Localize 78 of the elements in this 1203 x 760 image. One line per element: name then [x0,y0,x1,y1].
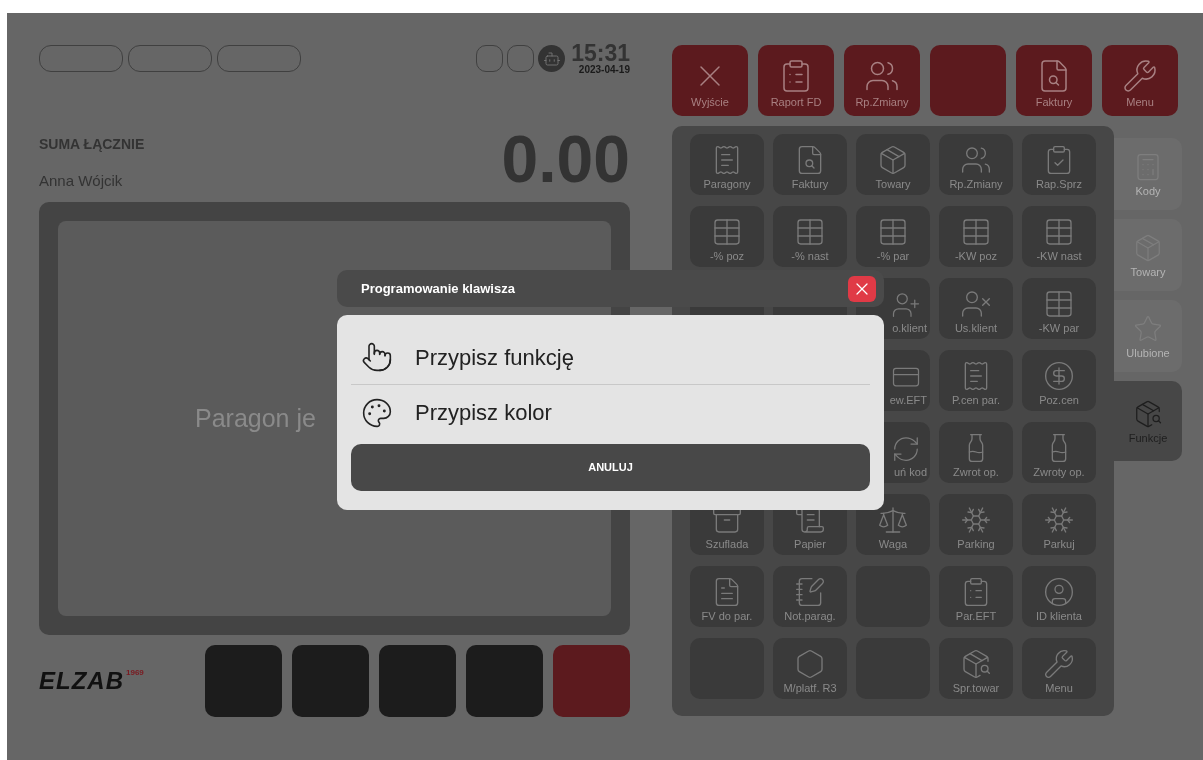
empty-function-button[interactable] [930,45,1006,116]
notebook-pen-icon [794,576,826,608]
dollar-circle-icon [1043,360,1075,392]
function-key[interactable]: Parking [939,494,1013,555]
function-key[interactable]: Faktury [773,134,847,195]
people-icon [960,144,992,176]
function-key[interactable]: Poz.cen [1022,350,1096,411]
quick-key[interactable] [292,645,369,717]
function-key[interactable]: -KW poz [939,206,1013,267]
box-icon [877,144,909,176]
clock-date: 2023-04-19 [578,65,630,75]
function-key[interactable]: Zwroty op. [1022,422,1096,483]
function-key[interactable]: Towary [856,134,930,195]
table-icon [1043,216,1075,248]
refresh-icon [891,434,921,464]
function-key[interactable]: Waga [856,494,930,555]
hand-pointer-icon [361,341,393,373]
wrench-icon [1043,648,1075,680]
dialog-option[interactable]: Przypisz funkcję [351,330,870,385]
function-button[interactable]: Raport FD [758,45,834,116]
robot-icon [538,45,566,72]
status-indicator [507,45,535,72]
table-icon [877,216,909,248]
function-key[interactable]: Not.parag. [773,566,847,627]
function-button[interactable]: Rp.Zmiany [844,45,920,116]
function-key[interactable]: Zwrot op. [939,422,1013,483]
function-key[interactable]: -% par [856,206,930,267]
function-key[interactable]: -KW par [1022,278,1096,339]
dialog-title: Programowanie klawisza [361,279,515,298]
key-label: ew.EFT [889,395,927,406]
table-icon [794,216,826,248]
function-key[interactable]: Us.klient [939,278,1013,339]
category-tab[interactable]: Towary [1114,219,1182,291]
function-key[interactable]: FV do par. [690,566,764,627]
box-search-icon [960,648,992,680]
function-key[interactable]: Spr.towar [939,638,1013,699]
user-plus-icon [891,290,921,320]
hexagon-icon [794,648,826,680]
box-search-icon [1133,398,1163,429]
function-key[interactable]: Menu [1022,638,1096,699]
function-key[interactable]: -% nast [773,206,847,267]
function-key[interactable]: Paragony [690,134,764,195]
quick-key[interactable] [466,645,543,717]
table-icon [960,216,992,248]
table-icon [1043,288,1075,320]
table-icon [711,216,743,248]
logo-text: ELZAB [39,669,124,693]
function-key[interactable]: P.cen par. [939,350,1013,411]
function-key[interactable]: Rp.Zmiany [939,134,1013,195]
function-key[interactable]: Parkuj [1022,494,1096,555]
function-key[interactable]: Par.EFT [939,566,1013,627]
user-circle-icon [1043,576,1075,608]
snowflake-icon [960,504,992,536]
key-label: uń kod [893,467,927,478]
function-key[interactable]: M/platf. R3 [773,638,847,699]
function-button[interactable]: Wyjście [672,45,748,116]
logo-year: 1969 [126,669,144,677]
function-key[interactable]: -% poz [690,206,764,267]
quick-key[interactable] [553,645,630,717]
user-remove-icon [960,288,992,320]
quick-key[interactable] [205,645,282,717]
cancel-button[interactable]: ANULUJ [351,444,870,491]
quick-key[interactable] [379,645,456,717]
key-label: o.klient [892,323,927,334]
function-key[interactable]: Rap.Sprz [1022,134,1096,195]
scale-icon [877,504,909,536]
function-key[interactable]: -KW nast [1022,206,1096,267]
function-button[interactable]: Menu [1102,45,1178,116]
category-tab[interactable]: Ulubione [1114,300,1182,372]
wrench-icon [1122,58,1158,94]
function-button[interactable]: Faktury [1016,45,1092,116]
function-key[interactable]: ID klienta [1022,566,1096,627]
category-tab[interactable]: Kody [1114,138,1182,210]
close-button[interactable] [848,275,876,302]
dialog-option[interactable]: Przypisz kolor [351,385,870,440]
snowflake-icon [1043,504,1075,536]
palette-icon [361,396,393,429]
status-indicator [476,45,504,72]
